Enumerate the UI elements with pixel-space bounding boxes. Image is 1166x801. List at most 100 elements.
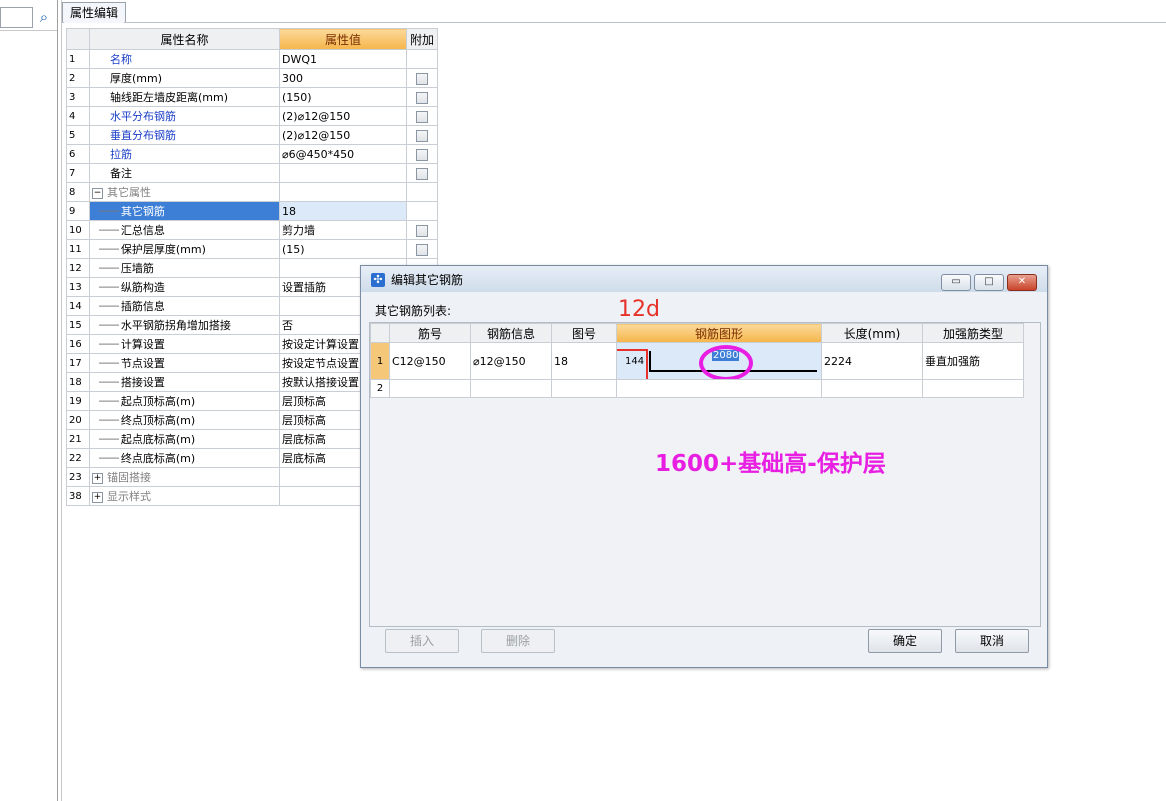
extra-cell — [406, 239, 438, 259]
property-label: 搭接设置 — [120, 376, 165, 389]
table-row[interactable]: 8− 其它属性 — [66, 182, 438, 202]
splitter[interactable] — [57, 0, 58, 801]
collapse-icon[interactable]: − — [92, 187, 103, 199]
property-value[interactable]: 18 — [279, 201, 407, 221]
property-name[interactable]: ─── 起点顶标高(m) — [89, 391, 280, 411]
extra-checkbox[interactable] — [416, 224, 428, 237]
expand-icon[interactable]: + — [92, 472, 103, 484]
extra-checkbox[interactable] — [416, 110, 428, 123]
property-value[interactable]: (2)⌀12@150 — [279, 125, 407, 145]
property-name[interactable]: − 其它属性 — [89, 182, 280, 202]
property-name[interactable]: 厚度(mm) — [89, 68, 280, 88]
close-button[interactable]: ✕ — [1007, 274, 1037, 291]
row-number: 5 — [66, 125, 90, 145]
cell-length[interactable] — [821, 379, 923, 398]
table-row[interactable]: 7 备注 — [66, 163, 438, 183]
table-row[interactable]: 1 C12@150 ⌀12@150 18 144 2080 2224 垂直加强筋 — [370, 342, 1024, 380]
row-number: 2 — [370, 379, 390, 398]
property-name[interactable]: 垂直分布钢筋 — [89, 125, 280, 145]
property-name[interactable]: ─── 其它钢筋 — [89, 201, 280, 221]
cell-info[interactable] — [470, 379, 552, 398]
cell-figure[interactable] — [551, 379, 617, 398]
expand-icon[interactable]: + — [92, 491, 103, 503]
property-label: 拉筋 — [110, 148, 132, 161]
table-row[interactable]: 9 ─── 其它钢筋 18 — [66, 201, 438, 221]
extra-checkbox[interactable] — [416, 243, 428, 256]
table-row[interactable]: 1 名称 DWQ1 — [66, 49, 438, 69]
property-value[interactable] — [279, 182, 407, 202]
cell-code[interactable] — [389, 379, 471, 398]
property-value[interactable]: (15) — [279, 239, 407, 259]
extra-checkbox[interactable] — [416, 72, 428, 85]
dialog-title-bar[interactable]: ✣ 编辑其它钢筋 ▭ □ ✕ — [361, 266, 1047, 292]
minimize-button[interactable]: ▭ — [941, 274, 971, 291]
row-number: 18 — [66, 372, 90, 392]
cell-type[interactable]: 垂直加强筋 — [922, 342, 1024, 380]
property-label: 水平钢筋拐角增加搭接 — [120, 319, 231, 332]
property-name[interactable]: 备注 — [89, 163, 280, 183]
cell-shape[interactable] — [616, 379, 822, 398]
property-name[interactable]: ─── 终点底标高(m) — [89, 448, 280, 468]
table-row[interactable]: 3 轴线距左墙皮距离(mm) (150) — [66, 87, 438, 107]
tree-line-icon: ─── — [92, 319, 119, 332]
cell-figure[interactable]: 18 — [551, 342, 617, 380]
property-value[interactable]: ⌀6@450*450 — [279, 144, 407, 164]
tab-property-edit[interactable]: 属性编辑 — [62, 2, 126, 23]
extra-checkbox[interactable] — [416, 129, 428, 142]
property-name[interactable]: ─── 纵筋构造 — [89, 277, 280, 297]
edit-other-rebar-dialog: ✣ 编辑其它钢筋 ▭ □ ✕ 其它钢筋列表: 12d 筋号 钢筋信息 图号 钢筋… — [360, 265, 1048, 668]
extra-cell — [406, 49, 438, 69]
property-value[interactable]: (2)⌀12@150 — [279, 106, 407, 126]
insert-button[interactable]: 插入 — [385, 629, 459, 653]
table-row[interactable]: 2 厚度(mm) 300 — [66, 68, 438, 88]
table-row[interactable]: 6 拉筋 ⌀6@450*450 — [66, 144, 438, 164]
table-row[interactable]: 2 — [370, 379, 1024, 398]
extra-checkbox[interactable] — [416, 91, 428, 104]
property-value[interactable]: DWQ1 — [279, 49, 407, 69]
property-name[interactable]: 水平分布钢筋 — [89, 106, 280, 126]
property-name[interactable]: ─── 汇总信息 — [89, 220, 280, 240]
row-number: 3 — [66, 87, 90, 107]
property-name[interactable]: 轴线距左墙皮距离(mm) — [89, 87, 280, 107]
property-name[interactable]: ─── 节点设置 — [89, 353, 280, 373]
extra-cell — [406, 182, 438, 202]
table-row[interactable]: 4 水平分布钢筋 (2)⌀12@150 — [66, 106, 438, 126]
cell-shape[interactable]: 144 2080 — [616, 342, 822, 380]
extra-checkbox[interactable] — [416, 167, 428, 180]
tree-line-icon: ─── — [92, 338, 119, 351]
property-name[interactable]: ─── 终点顶标高(m) — [89, 410, 280, 430]
property-name[interactable]: ─── 水平钢筋拐角增加搭接 — [89, 315, 280, 335]
search-input[interactable] — [0, 7, 33, 28]
cancel-button[interactable]: 取消 — [955, 629, 1029, 653]
property-value[interactable]: 剪力墙 — [279, 220, 407, 240]
app-icon: ✣ — [371, 273, 385, 287]
property-name[interactable]: 拉筋 — [89, 144, 280, 164]
property-value[interactable]: (150) — [279, 87, 407, 107]
property-name[interactable]: 名称 — [89, 49, 280, 69]
property-name[interactable]: + 显示样式 — [89, 486, 280, 506]
property-name[interactable]: ─── 计算设置 — [89, 334, 280, 354]
search-icon[interactable]: ⌕ — [34, 7, 54, 28]
table-row[interactable]: 10 ─── 汇总信息 剪力墙 — [66, 220, 438, 240]
property-name[interactable]: ─── 插筋信息 — [89, 296, 280, 316]
extra-cell — [406, 201, 438, 221]
property-name[interactable]: ─── 压墙筋 — [89, 258, 280, 278]
maximize-button[interactable]: □ — [974, 274, 1004, 291]
property-name[interactable]: ─── 保护层厚度(mm) — [89, 239, 280, 259]
cell-length[interactable]: 2224 — [821, 342, 923, 380]
ok-button[interactable]: 确定 — [868, 629, 942, 653]
property-name[interactable]: ─── 起点底标高(m) — [89, 429, 280, 449]
cell-type[interactable] — [922, 379, 1024, 398]
property-value[interactable] — [279, 163, 407, 183]
property-name[interactable]: ─── 搭接设置 — [89, 372, 280, 392]
property-label: 保护层厚度(mm) — [120, 243, 206, 256]
table-row[interactable]: 5 垂直分布钢筋 (2)⌀12@150 — [66, 125, 438, 145]
table-row[interactable]: 11 ─── 保护层厚度(mm) (15) — [66, 239, 438, 259]
delete-button[interactable]: 删除 — [481, 629, 555, 653]
cell-code[interactable]: C12@150 — [389, 342, 471, 380]
property-name[interactable]: + 锚固搭接 — [89, 467, 280, 487]
property-value[interactable]: 300 — [279, 68, 407, 88]
extra-checkbox[interactable] — [416, 148, 428, 161]
row-number: 14 — [66, 296, 90, 316]
cell-info[interactable]: ⌀12@150 — [470, 342, 552, 380]
